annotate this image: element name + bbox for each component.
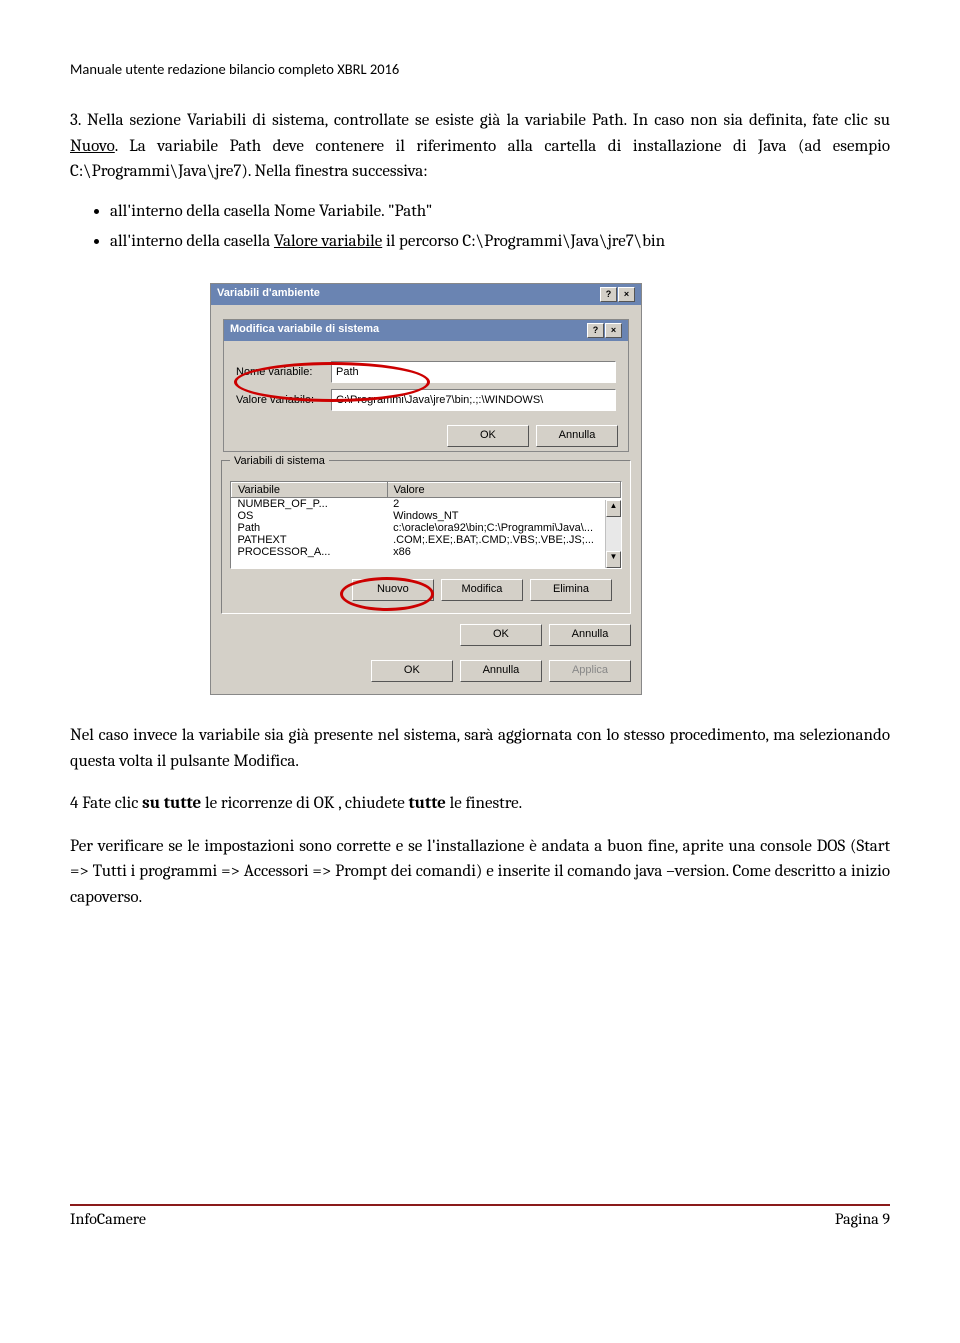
scrollbar[interactable]: ▲ ▼: [605, 500, 621, 568]
system-vars-listbox[interactable]: Variabile Valore NUMBER_OF_P...2 OSWindo…: [230, 481, 622, 569]
modifica-button[interactable]: Modifica: [441, 579, 523, 601]
footer-right: Pagina 9: [835, 1210, 890, 1228]
p3-bold2: tutte: [408, 794, 445, 813]
ok-button-props[interactable]: OK: [371, 660, 453, 682]
cell-val: x86: [387, 546, 620, 558]
applica-button: Applica: [549, 660, 631, 682]
table-row[interactable]: PROCESSOR_A...x86: [232, 546, 621, 558]
p3-a: 4 Fate clic: [70, 794, 142, 813]
ok-button[interactable]: OK: [447, 425, 529, 447]
page-footer: InfoCamere Pagina 9: [70, 1204, 890, 1228]
b2-a: all'interno della casella: [110, 232, 274, 251]
paragraph-2: Nel caso invece la variabile sia già pre…: [70, 723, 890, 774]
nuovo-button[interactable]: Nuovo: [352, 579, 434, 601]
fieldset-title: Variabili di sistema: [230, 455, 329, 467]
input-nome-variabile[interactable]: [331, 361, 616, 383]
table-row[interactable]: OSWindows_NT: [232, 510, 621, 522]
annulla-button-outer[interactable]: Annulla: [549, 624, 631, 646]
outer-dialog-title: Variabili d'ambiente: [217, 287, 320, 302]
col-valore: Valore: [387, 483, 620, 498]
outer-dialog-titlebar: Variabili d'ambiente ?×: [211, 284, 641, 305]
table-row[interactable]: PATHEXT.COM;.EXE;.BAT;.CMD;.VBS;.VBE;.JS…: [232, 534, 621, 546]
p3-b: le ricorrenze di OK , chiudete: [201, 794, 408, 813]
paragraph-1: 3. Nella sezione Variabili di sistema, c…: [70, 108, 890, 185]
cell-var: PROCESSOR_A...: [232, 546, 388, 558]
fieldset-variabili-sistema: Variabili di sistema Variabile Valore NU…: [221, 460, 631, 614]
cell-var: PATHEXT: [232, 534, 388, 546]
cell-var: NUMBER_OF_P...: [232, 498, 388, 511]
col-variabile: Variabile: [232, 483, 388, 498]
help-icon[interactable]: ?: [587, 323, 604, 338]
link-nuovo: Nuovo: [70, 137, 115, 156]
bullet-1: all'interno della casella Nome Variabile…: [110, 199, 890, 225]
close-icon[interactable]: ×: [605, 323, 622, 338]
close-icon[interactable]: ×: [618, 287, 635, 302]
doc-header: Manuale utente redazione bilancio comple…: [70, 60, 890, 78]
p3-c: le finestre.: [446, 794, 522, 813]
bullet-2: all'interno della casella Valore variabi…: [110, 229, 890, 255]
elimina-button[interactable]: Elimina: [530, 579, 612, 601]
inner-dialog-title: Modifica variabile di sistema: [230, 323, 379, 338]
input-valore-variabile[interactable]: [331, 389, 616, 411]
table-row[interactable]: NUMBER_OF_P...2: [232, 498, 621, 511]
annulla-button-props[interactable]: Annulla: [460, 660, 542, 682]
paragraph-4: Per verificare se le impostazioni sono c…: [70, 834, 890, 911]
outer-sysbuttons: ?×: [599, 287, 635, 302]
label-nome-variabile: Nome variabile:: [236, 366, 331, 378]
p3-bold1: su tutte: [142, 794, 201, 813]
cell-val: .COM;.EXE;.BAT;.CMD;.VBS;.VBE;.JS;...: [387, 534, 620, 546]
inner-dialog: Modifica variabile di sistema ?× Nome va…: [223, 319, 629, 452]
paragraph-3: 4 Fate clic su tutte le ricorrenze di OK…: [70, 791, 890, 817]
help-icon[interactable]: ?: [600, 287, 617, 302]
scroll-down-icon[interactable]: ▼: [606, 551, 621, 568]
cell-var: Path: [232, 522, 388, 534]
cell-val: Windows_NT: [387, 510, 620, 522]
cell-val: 2: [387, 498, 620, 511]
table-row[interactable]: Pathc:\oracle\ora92\bin;C:\Programmi\Jav…: [232, 522, 621, 534]
inner-dialog-titlebar: Modifica variabile di sistema ?×: [224, 320, 628, 341]
p1-text-b: . La variabile Path deve contenere il ri…: [70, 137, 890, 182]
annulla-button[interactable]: Annulla: [536, 425, 618, 447]
label-valore-variabile: Valore variabile:: [236, 394, 331, 406]
p1-text-a: 3. Nella sezione Variabili di sistema, c…: [70, 111, 890, 130]
cell-var: OS: [232, 510, 388, 522]
cell-val: c:\oracle\ora92\bin;C:\Programmi\Java\..…: [387, 522, 620, 534]
b2-underline: Valore variabile: [274, 232, 382, 251]
footer-left: InfoCamere: [70, 1210, 146, 1228]
bullet-list: all'interno della casella Nome Variabile…: [70, 199, 890, 256]
ok-button-outer[interactable]: OK: [460, 624, 542, 646]
scroll-up-icon[interactable]: ▲: [606, 500, 621, 517]
embedded-screenshot: Variabili d'ambiente ?× Modifica variabi…: [210, 283, 642, 695]
b2-b: il percorso C:\Programmi\Java\jre7\bin: [382, 232, 665, 251]
inner-sysbuttons: ?×: [586, 323, 622, 338]
